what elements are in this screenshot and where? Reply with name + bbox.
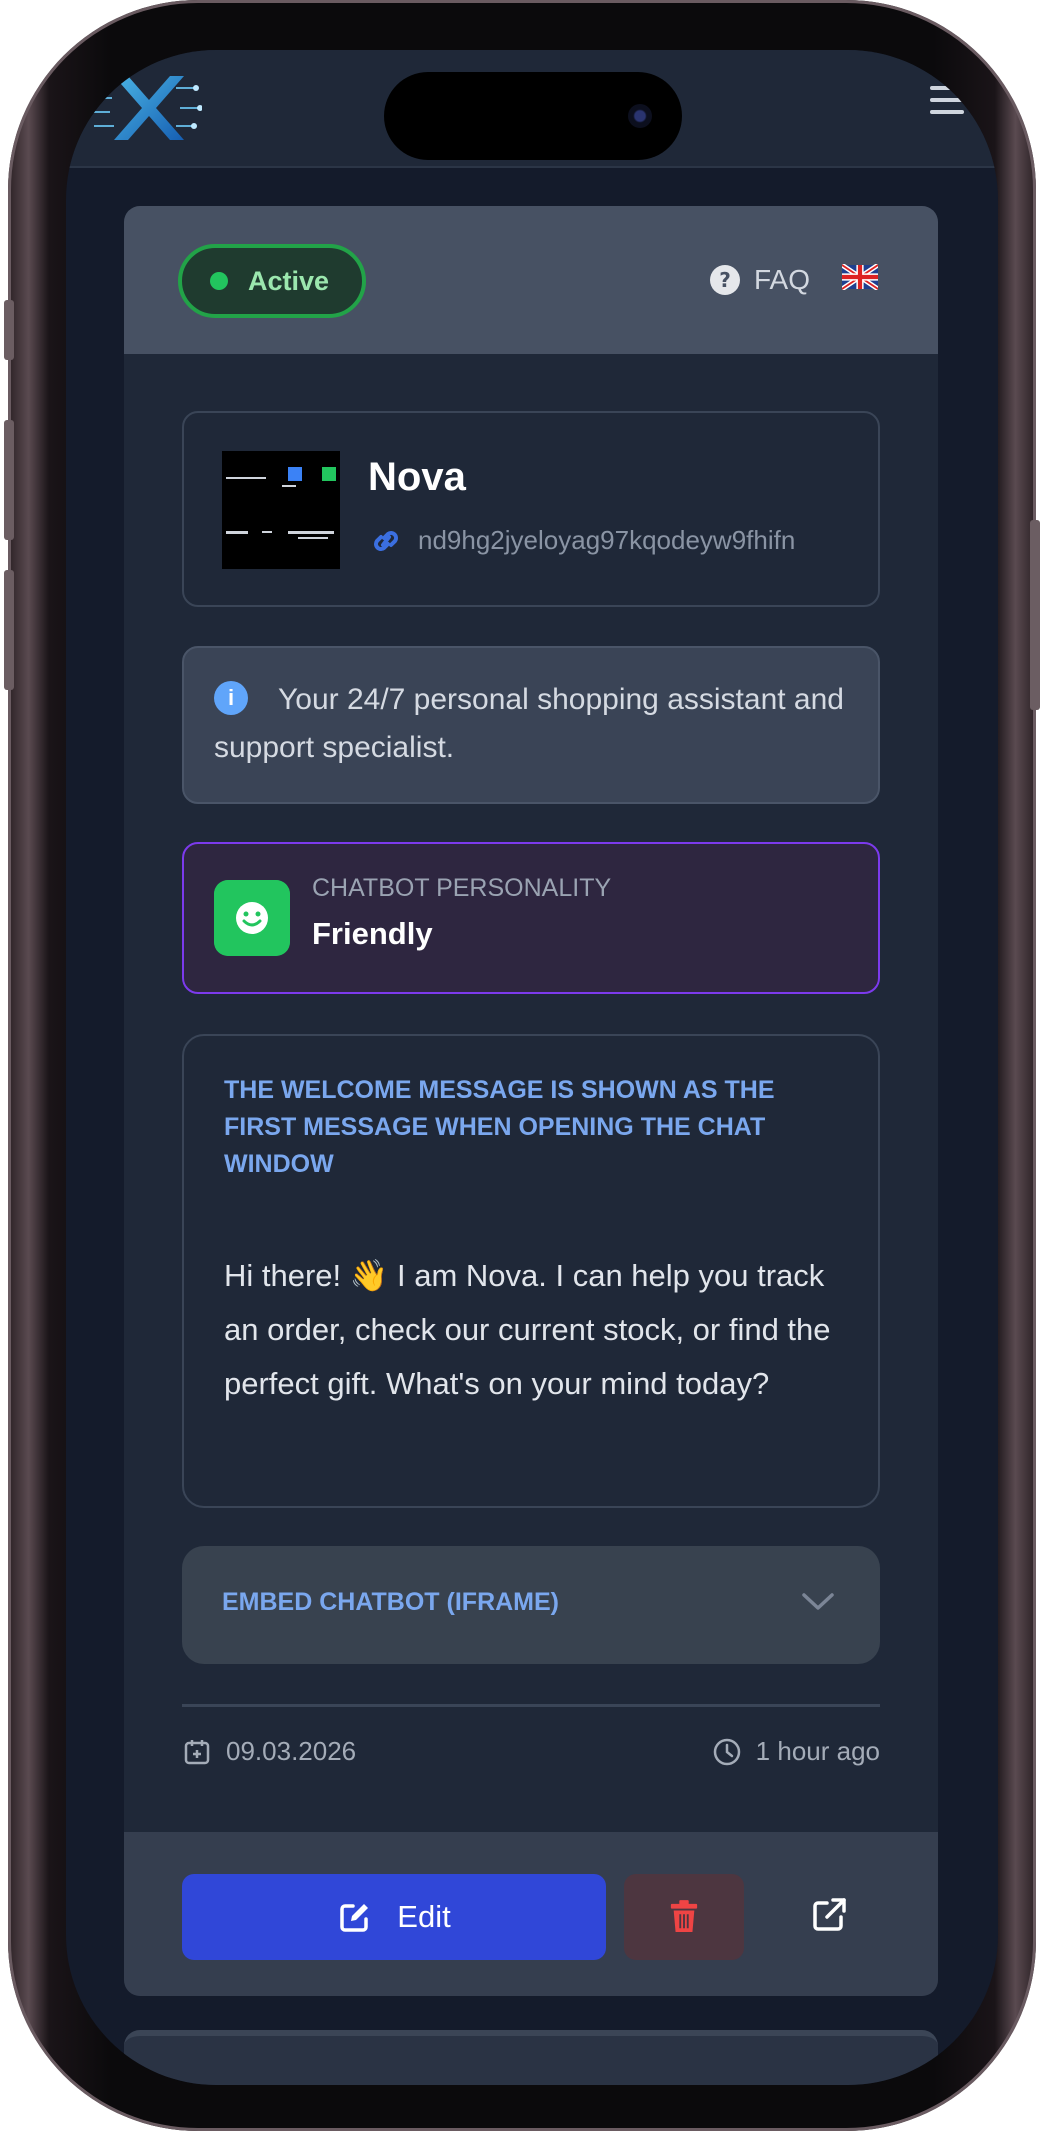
screen: Active ? FAQ Nova nd9hg2jyeloyag97kqodey… (66, 50, 998, 2085)
calendar-plus-icon (184, 1739, 210, 1764)
volume-down-button (4, 570, 14, 690)
personality-value: Friendly (312, 916, 433, 951)
embed-accordion[interactable]: EMBED CHATBOT (IFRAME) (182, 1546, 880, 1664)
x-logo[interactable] (84, 68, 202, 148)
silent-switch (4, 300, 14, 360)
divider (182, 1704, 880, 1707)
clock-icon (713, 1738, 740, 1765)
updated-time-text: 1 hour ago (755, 1736, 880, 1766)
uk-flag-icon[interactable] (842, 264, 878, 290)
hamburger-icon[interactable] (930, 86, 964, 118)
faq-link[interactable]: ? FAQ (710, 258, 810, 302)
top-navbar (66, 50, 998, 168)
created-date-text: 09.03.2026 (226, 1736, 357, 1766)
status-dot-icon (210, 272, 228, 290)
status-badge: Active (178, 244, 366, 318)
chevron-down-icon (802, 1593, 834, 1610)
bot-id: nd9hg2jyeloyag97kqodeyw9fhifn (418, 525, 796, 555)
question-icon: ? (710, 265, 740, 295)
bot-avatar (222, 451, 340, 569)
open-external-button[interactable] (804, 1890, 854, 1940)
welcome-title: THE WELCOME MESSAGE IS SHOWN AS THE FIRS… (224, 1076, 775, 1178)
bot-profile: Nova nd9hg2jyeloyag97kqodeyw9fhifn (182, 411, 880, 607)
link-icon (374, 530, 398, 551)
volume-up-button (4, 420, 14, 540)
bot-name: Nova (368, 455, 466, 499)
edit-button[interactable]: Edit (182, 1874, 606, 1960)
trash-icon (670, 1900, 698, 1932)
description-box: i Your 24/7 personal shopping assistant a… (182, 646, 880, 804)
bot-id-link[interactable]: nd9hg2jyeloyag97kqodeyw9fhifn (368, 525, 848, 556)
embed-label: EMBED CHATBOT (IFRAME) (222, 1588, 559, 1616)
dynamic-island (384, 72, 682, 160)
faq-label: FAQ (754, 264, 811, 295)
card-header: Active ? FAQ (124, 206, 938, 354)
personality-box: CHATBOT PERSONALITY Friendly (182, 842, 880, 994)
info-icon: i (214, 681, 248, 716)
description-text-wrap: i Your 24/7 personal shopping assistant a… (214, 676, 848, 772)
updated-time: 1 hour ago (712, 1736, 880, 1767)
welcome-message: Hi there! 👋 I am Nova. I can help you tr… (224, 1258, 831, 1401)
power-button (1030, 520, 1040, 710)
description-text: Your 24/7 personal shopping assistant an… (214, 683, 844, 764)
created-date: 09.03.2026 (182, 1736, 356, 1767)
delete-button[interactable] (624, 1874, 744, 1960)
phone-frame: Active ? FAQ Nova nd9hg2jyeloyag97kqodey… (4, 0, 1040, 2131)
personality-label: CHATBOT PERSONALITY (312, 874, 612, 902)
welcome-message-box: THE WELCOME MESSAGE IS SHOWN AS THE FIRS… (182, 1034, 880, 1508)
smile-icon (214, 880, 290, 956)
chatbot-card: Active ? FAQ Nova nd9hg2jyeloyag97kqodey… (124, 206, 938, 1996)
camera-icon (628, 104, 652, 128)
edit-label: Edit (397, 1899, 451, 1934)
status-label: Active (248, 265, 330, 296)
next-chatbot-card (124, 2030, 938, 2085)
card-actions: Edit (124, 1832, 938, 1996)
external-link-icon (813, 1898, 846, 1931)
edit-icon (340, 1904, 369, 1932)
